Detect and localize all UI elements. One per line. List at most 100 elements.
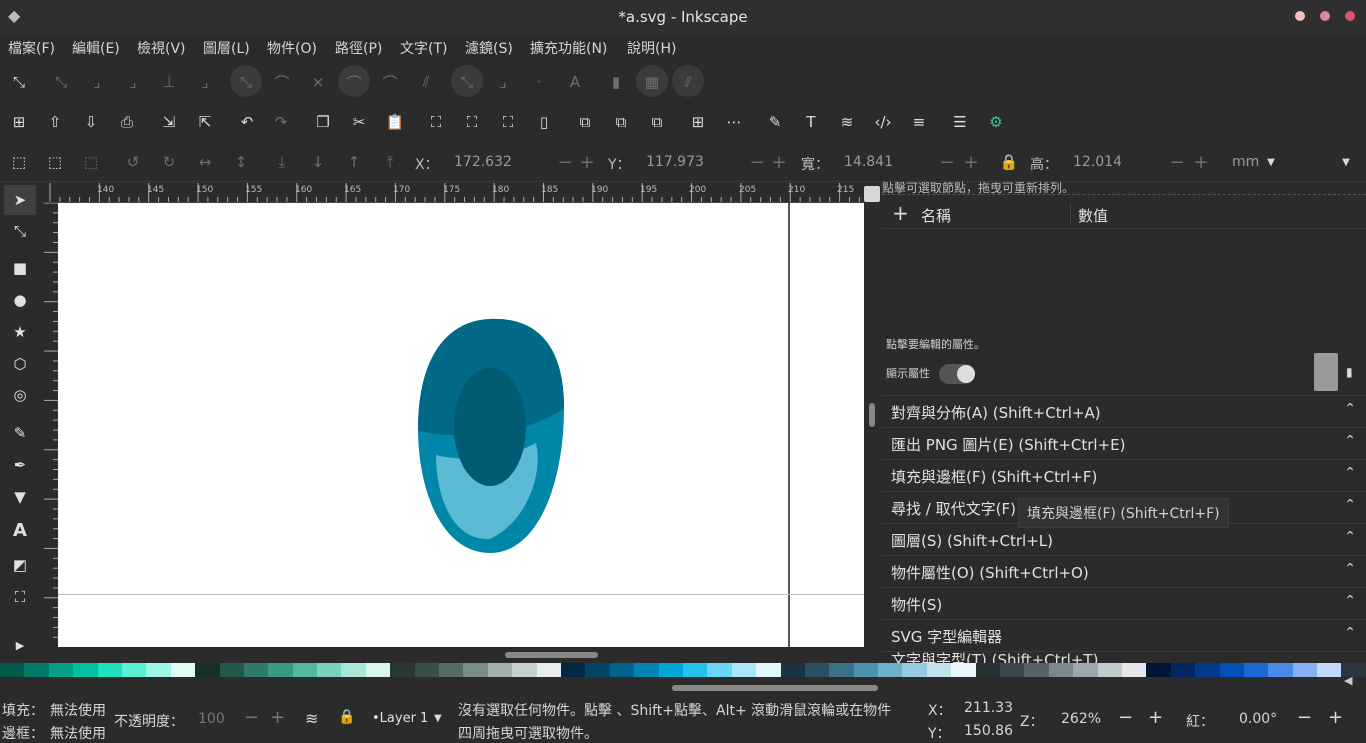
palette-swatch[interactable] xyxy=(902,663,927,677)
snap-smooth-icon[interactable]: ⌒ xyxy=(379,71,401,93)
export-doc-icon[interactable]: ⇱ xyxy=(194,111,216,133)
show-attributes-toggle[interactable] xyxy=(939,364,975,384)
export-icon[interactable]: ⇩ xyxy=(80,111,102,133)
x-decrement-icon[interactable]: − xyxy=(554,151,576,173)
y-input[interactable]: 117.973 xyxy=(646,154,704,170)
dock-align[interactable]: 對齊與分佈(A) (Shift+Ctrl+A) ⌃ xyxy=(882,395,1366,427)
menu-object[interactable]: 物件(O) xyxy=(267,38,317,58)
snap-cusp-icon[interactable]: ⌒ xyxy=(343,71,365,93)
w-input[interactable]: 14.841 xyxy=(844,154,893,170)
palette-swatch[interactable] xyxy=(1024,663,1049,677)
palette-swatch[interactable] xyxy=(341,663,366,677)
rotation-input[interactable]: 0.00° xyxy=(1239,711,1277,727)
palette-swatch[interactable] xyxy=(146,663,171,677)
close-button[interactable] xyxy=(1345,11,1355,21)
palette-scrollbar[interactable] xyxy=(672,685,878,691)
star-icon[interactable]: ★ xyxy=(6,319,34,345)
select-all-icon[interactable]: ⬚ xyxy=(8,151,30,173)
unit-select[interactable]: mm xyxy=(1232,154,1259,170)
palette-swatch[interactable] xyxy=(1000,663,1025,677)
h-input[interactable]: 12.014 xyxy=(1073,154,1122,170)
layout-horizontal-button[interactable] xyxy=(1314,353,1338,391)
rotate-increment-icon[interactable]: + xyxy=(1328,707,1343,728)
menu-path[interactable]: 路徑(P) xyxy=(335,38,382,58)
palette-swatch[interactable] xyxy=(268,663,293,677)
spiral-icon[interactable]: ◎ xyxy=(6,382,34,408)
palette-swatch[interactable] xyxy=(0,663,25,677)
page-corner-badge[interactable] xyxy=(864,186,880,202)
node-icon[interactable]: ⤡ xyxy=(6,218,34,244)
palette-swatch[interactable] xyxy=(365,663,391,677)
fill-value[interactable]: 無法使用 xyxy=(50,700,106,720)
menu-edit[interactable]: 編輯(E) xyxy=(72,38,120,58)
flip-vertical-icon[interactable]: ↕ xyxy=(230,151,252,173)
snap-bbox-midpoint-icon[interactable]: ⊥ xyxy=(158,71,180,93)
palette-swatch[interactable] xyxy=(634,663,659,677)
menu-filters[interactable]: 濾鏡(S) xyxy=(465,38,513,58)
palette-swatch[interactable] xyxy=(1317,663,1342,677)
color-swatch-icon[interactable]: ▯ xyxy=(533,111,555,133)
import-doc-icon[interactable]: ⇲ xyxy=(158,111,180,133)
opacity-increment-icon[interactable]: + xyxy=(270,707,285,728)
rect-icon[interactable]: ■ xyxy=(6,255,34,281)
layers-icon[interactable]: ≋ xyxy=(836,111,858,133)
palette-swatch[interactable] xyxy=(463,663,488,677)
palette-swatch[interactable] xyxy=(414,663,440,677)
snap-bbox-edge-icon[interactable]: ⌟ xyxy=(86,71,108,93)
palette-swatch[interactable] xyxy=(1195,663,1220,677)
palette-swatch[interactable] xyxy=(317,663,342,677)
snap-bbox-corner-icon[interactable]: ⌟ xyxy=(122,71,144,93)
select-all-layers-icon[interactable]: ⬚ xyxy=(44,151,66,173)
objects-icon[interactable]: ☰ xyxy=(949,111,971,133)
menu-text[interactable]: 文字(T) xyxy=(400,38,447,58)
palette-swatch[interactable] xyxy=(390,663,415,677)
palette-swatch[interactable] xyxy=(1243,663,1269,677)
toolbox-expand-icon[interactable]: ▶ xyxy=(6,632,34,658)
rotate-cw-icon[interactable]: ↻ xyxy=(158,151,180,173)
dock-export-png[interactable]: 匯出 PNG 圖片(E) (Shift+Ctrl+E) ⌃ xyxy=(882,427,1366,459)
y-decrement-icon[interactable]: − xyxy=(746,151,768,173)
palette-swatch[interactable] xyxy=(73,663,98,677)
palette-swatch[interactable] xyxy=(1146,663,1171,677)
dock-fill-stroke[interactable]: 填充與邊框(F) (Shift+Ctrl+F) ⌃ xyxy=(882,459,1366,491)
lock-ratio-icon[interactable]: 🔒 xyxy=(998,151,1020,173)
palette-swatch[interactable] xyxy=(24,663,49,677)
palette-swatch[interactable] xyxy=(975,663,1001,677)
opacity-input[interactable]: 100 xyxy=(198,711,225,727)
snap-bbox-center-icon[interactable]: ⌟ xyxy=(194,71,216,93)
group-icon[interactable]: ⊞ xyxy=(687,111,709,133)
palette-swatch[interactable] xyxy=(1048,663,1074,677)
palette-swatch[interactable] xyxy=(951,663,976,677)
minimize-button[interactable] xyxy=(1295,11,1305,21)
snap-toggle-icon[interactable]: ⤡ xyxy=(8,71,30,93)
print-icon[interactable]: ⎙ xyxy=(116,111,138,133)
menu-extensions[interactable]: 擴充功能(N) xyxy=(530,38,607,58)
menu-view[interactable]: 檢視(V) xyxy=(137,38,186,58)
palette-swatch[interactable] xyxy=(682,663,708,677)
calligraphy-icon[interactable]: ▼ xyxy=(6,484,34,510)
zoom-page-icon[interactable]: ⛶ xyxy=(497,111,519,133)
palette-swatch[interactable] xyxy=(1170,663,1196,677)
current-layer-select[interactable]: •Layer 1 xyxy=(372,711,428,726)
palette-swatch[interactable] xyxy=(121,663,147,677)
palette-swatch[interactable] xyxy=(1121,663,1147,677)
snap-midpoint-icon[interactable]: ⫽ xyxy=(415,71,437,93)
palette-swatch[interactable] xyxy=(243,663,269,677)
selector-icon[interactable]: ➤ xyxy=(6,187,34,213)
canvas-h-scrollbar[interactable] xyxy=(505,652,598,658)
palette-swatch[interactable] xyxy=(829,663,854,677)
layer-dropdown-icon[interactable]: ▼ xyxy=(434,713,442,724)
snap-grid-icon[interactable]: ▦ xyxy=(641,71,663,93)
palette-swatch[interactable] xyxy=(609,663,635,677)
snap-bbox-icon[interactable]: ⤡ xyxy=(50,71,72,93)
snap-intersection-icon[interactable]: ⨯ xyxy=(307,71,329,93)
palette-swatch[interactable] xyxy=(1073,663,1098,677)
layer-lock-icon[interactable]: 🔒 xyxy=(338,709,355,725)
opacity-decrement-icon[interactable]: − xyxy=(244,707,259,728)
flip-horizontal-icon[interactable]: ↔ xyxy=(194,151,216,173)
add-attribute-icon[interactable]: + xyxy=(892,201,909,225)
gradient-icon[interactable]: ◩ xyxy=(6,552,34,578)
maximize-button[interactable] xyxy=(1320,11,1330,21)
palette-swatch[interactable] xyxy=(536,663,561,677)
palette-swatch[interactable] xyxy=(707,663,732,677)
